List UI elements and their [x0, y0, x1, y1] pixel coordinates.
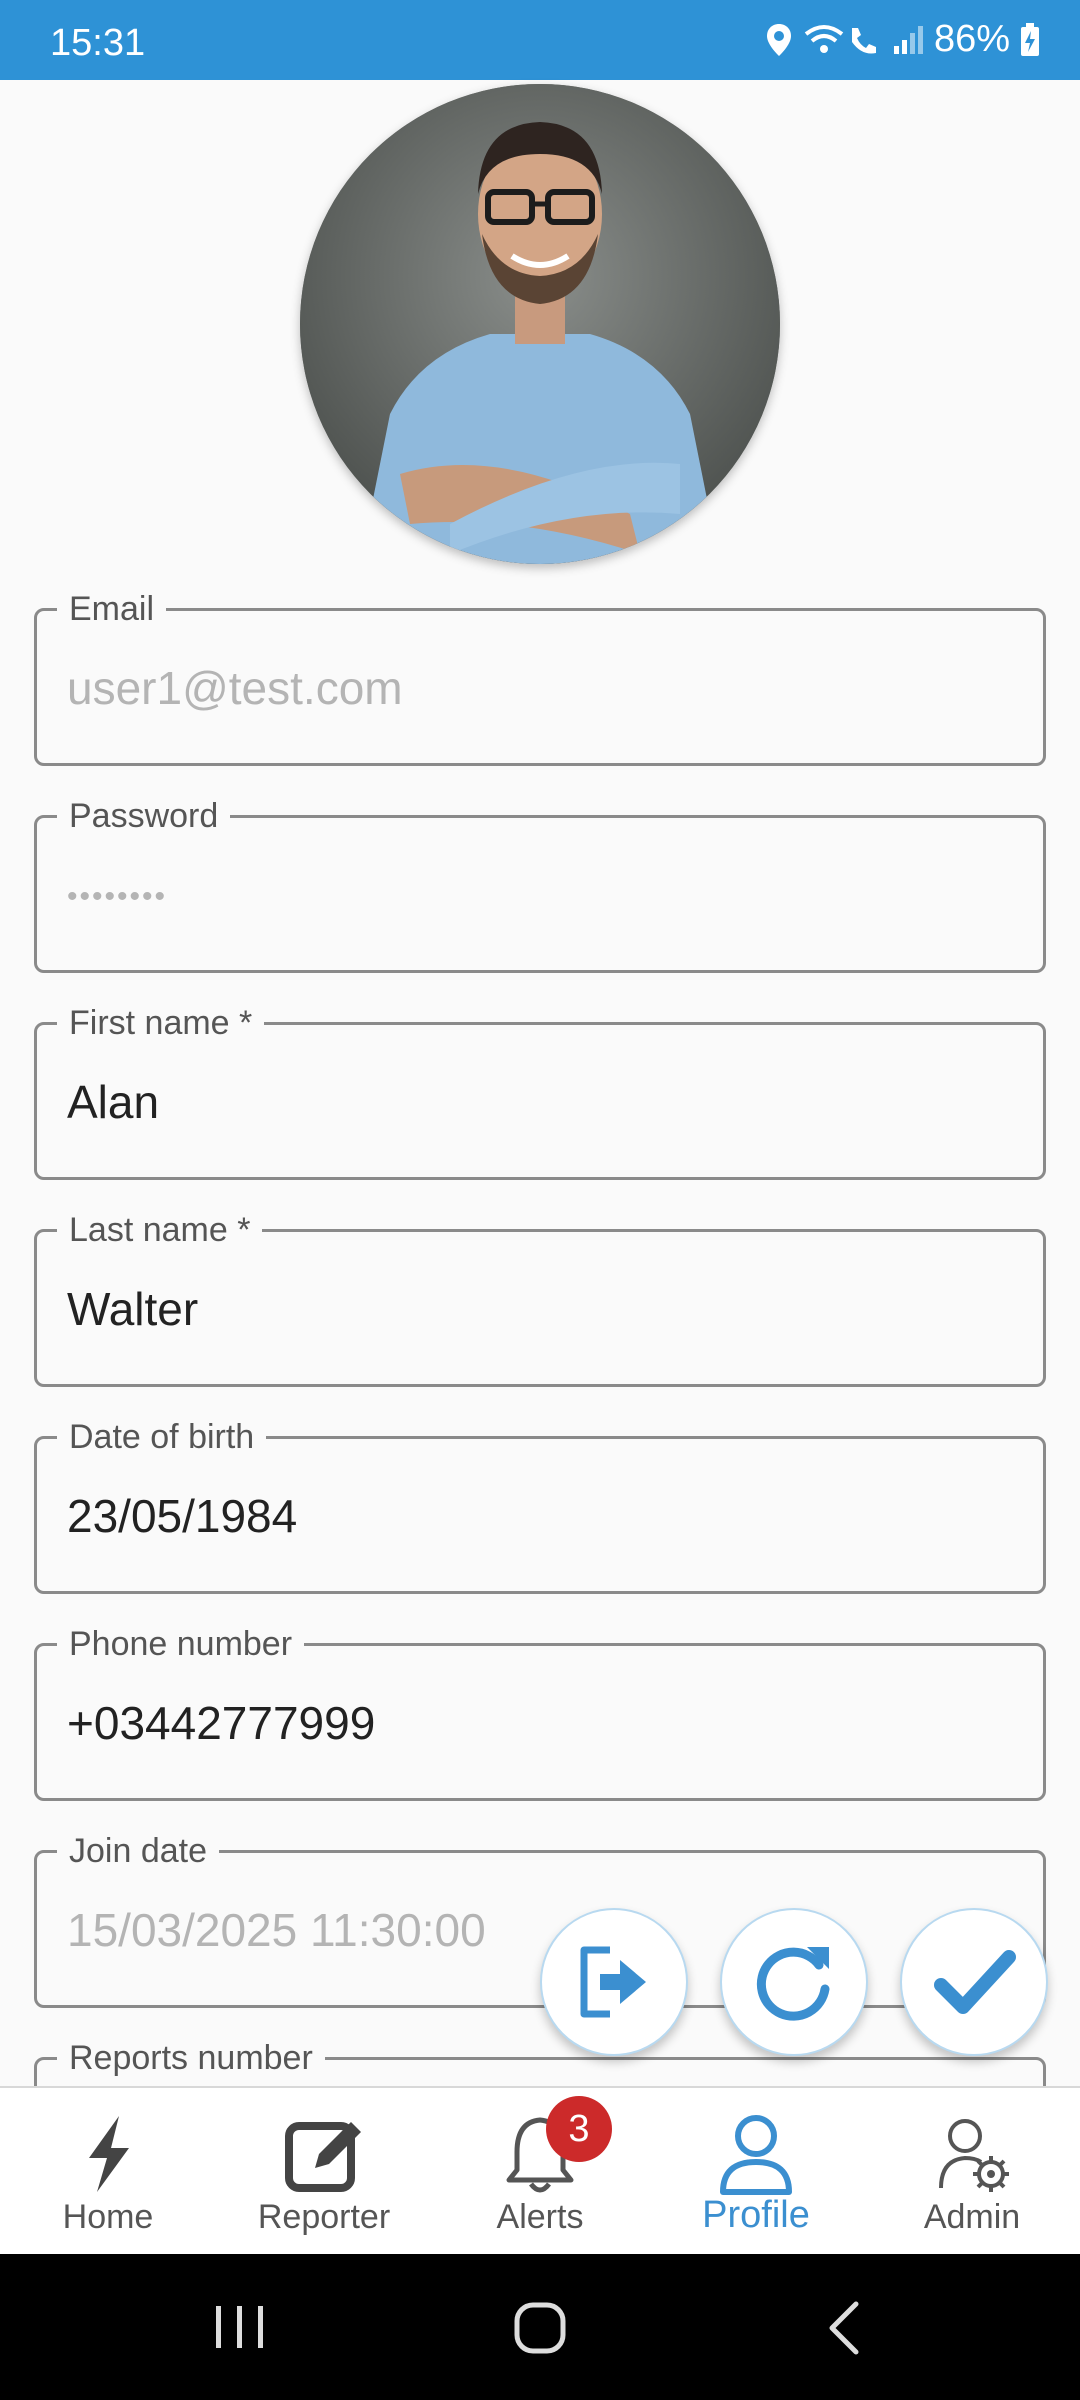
- join-date-label: Join date: [57, 1829, 219, 1873]
- first-name-field[interactable]: First name * Alan: [34, 1001, 1046, 1180]
- nav-admin[interactable]: Admin: [864, 2088, 1080, 2256]
- wifi-calling-icon: [804, 24, 876, 54]
- signal-icon: [893, 25, 923, 54]
- edit-icon: [285, 2122, 361, 2192]
- password-value: ••••••••: [67, 880, 168, 913]
- save-button[interactable]: [900, 1908, 1048, 2056]
- check-icon: [934, 1950, 1016, 2014]
- nav-home-label: Home: [62, 2198, 154, 2236]
- email-field[interactable]: Email user1@test.com: [34, 587, 1046, 766]
- location-icon: [766, 23, 791, 56]
- phone-number-value: +03442777999: [67, 1697, 376, 1749]
- email-value: user1@test.com: [67, 662, 403, 714]
- profile-photo: [300, 84, 780, 564]
- nav-alerts-label: Alerts: [496, 2198, 584, 2236]
- reports-number-label: Reports number: [57, 2036, 325, 2080]
- nav-admin-label: Admin: [923, 2198, 1021, 2236]
- alerts-badge: 3: [546, 2096, 612, 2162]
- lightning-icon: [89, 2116, 129, 2192]
- phone-number-label: Phone number: [57, 1622, 305, 1666]
- nav-profile-label: Profile: [702, 2194, 810, 2236]
- date-of-birth-field[interactable]: Date of birth 23/05/1984: [34, 1415, 1046, 1594]
- first-name-value: Alan: [67, 1076, 160, 1128]
- first-name-label: First name *: [57, 1001, 265, 1045]
- nav-reporter[interactable]: Reporter: [216, 2088, 432, 2256]
- back-icon[interactable]: [824, 2298, 864, 2358]
- battery-percent: 86%: [933, 18, 1010, 60]
- refresh-button[interactable]: [720, 1908, 868, 2056]
- nav-alerts[interactable]: Alerts: [432, 2088, 648, 2256]
- bottom-navigation: Home Reporter Alerts Profile Admin: [0, 2086, 1080, 2254]
- password-field[interactable]: Password ••••••••: [34, 794, 1046, 973]
- date-of-birth-value: 23/05/1984: [67, 1490, 298, 1542]
- password-label: Password: [57, 794, 231, 838]
- last-name-field[interactable]: Last name * Walter: [34, 1208, 1046, 1387]
- last-name-label: Last name *: [57, 1208, 263, 1252]
- join-date-value: 15/03/2025 11:30:00: [67, 1904, 486, 1956]
- last-name-value: Walter: [67, 1283, 199, 1335]
- logout-button[interactable]: [540, 1908, 688, 2056]
- recent-apps-icon[interactable]: [210, 2302, 270, 2352]
- logout-icon: [580, 1946, 646, 2018]
- nav-home[interactable]: Home: [0, 2088, 216, 2256]
- profile-avatar[interactable]: [300, 84, 780, 564]
- nav-profile[interactable]: Profile: [648, 2088, 864, 2256]
- date-of-birth-label: Date of birth: [57, 1415, 267, 1459]
- admin-gear-icon: [939, 2119, 1009, 2192]
- home-icon[interactable]: [512, 2300, 568, 2356]
- status-bar: 15:31 86%: [0, 0, 1080, 80]
- nav-reporter-label: Reporter: [257, 2198, 391, 2236]
- email-label: Email: [57, 587, 167, 631]
- status-icons: 86%: [766, 18, 1040, 61]
- person-icon: [720, 2115, 792, 2195]
- system-navigation-bar: [0, 2254, 1080, 2400]
- battery-charging-icon: [1021, 22, 1039, 56]
- phone-number-field[interactable]: Phone number +03442777999: [34, 1622, 1046, 1801]
- refresh-icon: [756, 1947, 830, 2021]
- status-time: 15:31: [50, 22, 146, 64]
